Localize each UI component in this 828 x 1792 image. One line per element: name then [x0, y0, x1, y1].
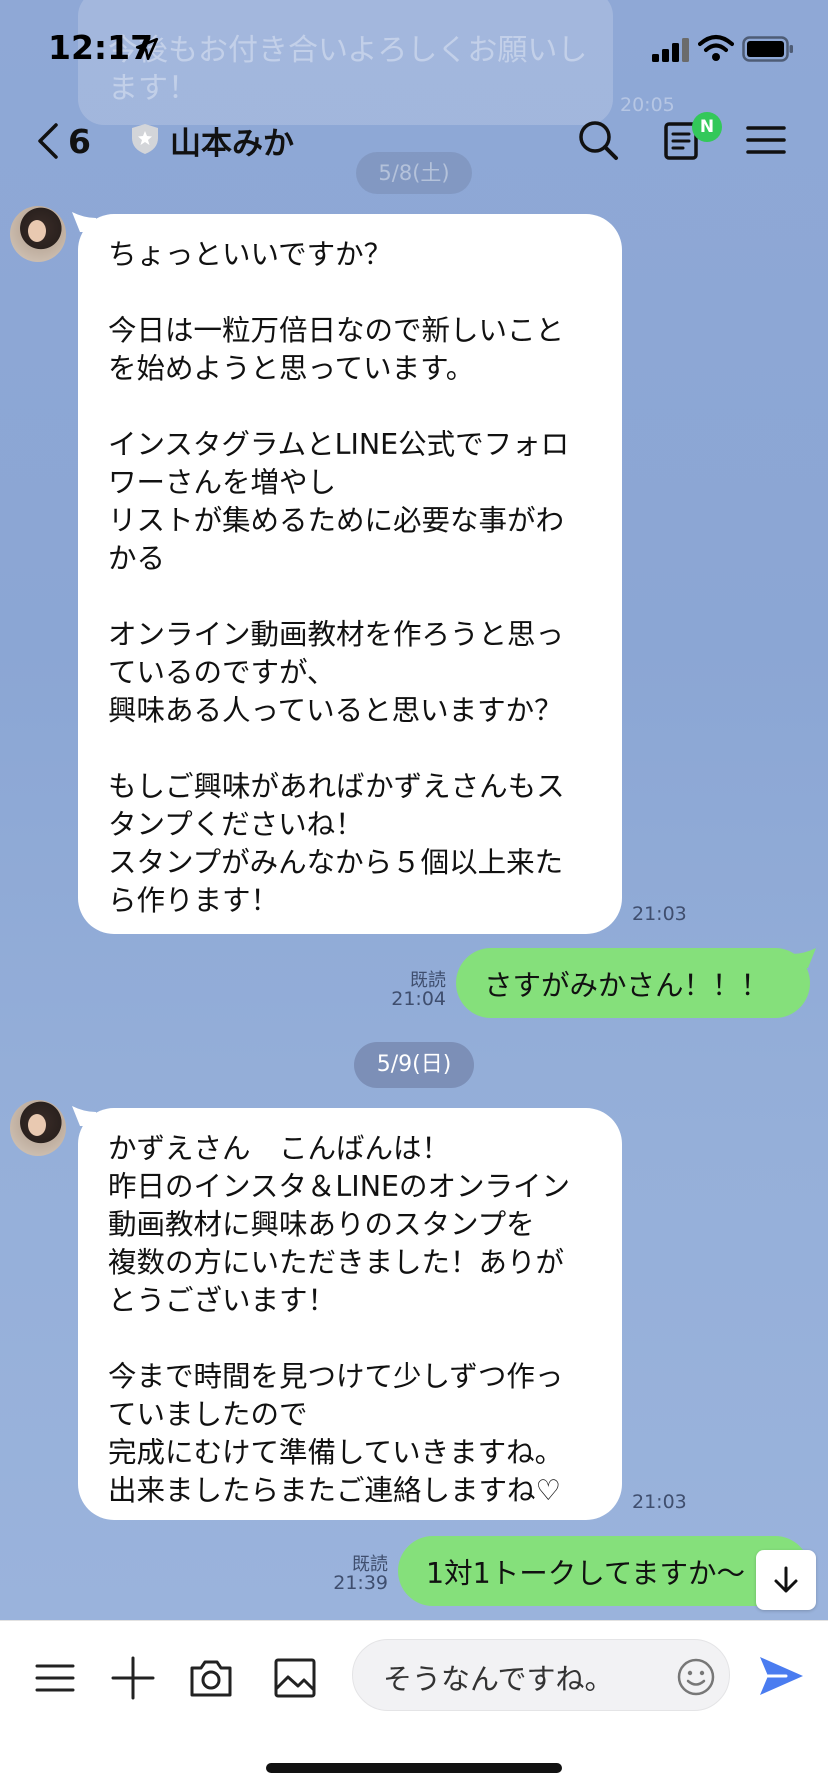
- message-text-line: 興味ある人っていると思いますか？: [108, 694, 563, 727]
- message-text-line: もしご興味があればかずえさんもス: [108, 770, 565, 803]
- message-text-line: 複数の方にいただきました！ありが: [108, 1246, 565, 1279]
- message-text-line: ちょっといいですか？: [108, 238, 393, 271]
- shield-icon: [132, 124, 158, 154]
- message-text-line: とうございます！: [108, 1284, 337, 1317]
- message-text-line: オンライン動画教材を作ろうと思っ: [108, 618, 565, 651]
- received-message-bubble[interactable]: ちょっといいですか？ 今日は一粒万倍日なので新しいこと を始めようと思っています。イ…: [78, 214, 622, 934]
- message-input[interactable]: そうなんですね。: [352, 1639, 730, 1711]
- chat-title[interactable]: 山本みか: [170, 118, 294, 163]
- message-text: さすがみかさん！！！: [484, 968, 770, 1002]
- sent-message-bubble[interactable]: さすがみかさん！！！: [456, 948, 810, 1018]
- home-indicator: [266, 1763, 562, 1773]
- menu-icon[interactable]: [742, 116, 790, 164]
- avatar[interactable]: [10, 206, 66, 262]
- plus-icon[interactable]: [110, 1655, 156, 1701]
- message-text-line: インスタグラムとLINE公式でフォロ: [108, 428, 570, 461]
- received-message-bubble[interactable]: かずえさん こんばんは！ 昨日のインスタ＆LINEのオンライン 動画教材に興味ありの…: [78, 1108, 622, 1520]
- message-text-line: スタンプがみんなから５個以上来た: [108, 846, 564, 879]
- send-icon[interactable]: [756, 1651, 806, 1701]
- message-text-line: 出来ましたらまたご連絡しますね♡: [108, 1474, 562, 1507]
- back-button[interactable]: 6: [34, 118, 91, 164]
- date-separator: 5/9(日): [354, 1042, 474, 1088]
- message-text-line: 動画教材に興味ありのスタンプを: [108, 1208, 535, 1241]
- message-text: 1対1トークしてますか〜: [426, 1556, 745, 1590]
- message-text-line: 完成にむけて準備していきますね。: [108, 1436, 564, 1469]
- message-text-line: を始めようと思っています。: [108, 352, 475, 385]
- wifi-icon: [698, 35, 734, 61]
- message-time: 21:39: [333, 1572, 388, 1594]
- location-arrow-icon: [135, 37, 159, 61]
- message-text-line: リストが集めるために必要な事がわ: [108, 504, 565, 537]
- arrow-down-icon: [774, 1566, 798, 1593]
- message-text-line: かずえさん こんばんは！: [108, 1132, 451, 1165]
- message-input-text: そうなんですね。: [383, 1662, 614, 1696]
- message-time: 21:03: [632, 1491, 687, 1513]
- sent-message-bubble[interactable]: 1対1トークしてますか〜: [398, 1536, 810, 1606]
- battery-icon: [742, 36, 793, 62]
- message-text-line: ら作ります！: [108, 884, 280, 917]
- message-text-line: ワーさんを増やし: [108, 466, 337, 499]
- chevron-left-icon: [38, 123, 58, 159]
- message-text-line: 昨日のインスタ＆LINEのオンライン: [108, 1170, 571, 1203]
- cellular-signal-icon: [652, 38, 689, 62]
- message-text-line: かる: [108, 542, 166, 575]
- emoji-icon[interactable]: [676, 1657, 716, 1697]
- camera-icon[interactable]: [188, 1655, 234, 1701]
- status-bar: 12:17: [0, 0, 828, 100]
- bubble-tail: [792, 948, 816, 968]
- message-text-line: タンプくださいね！: [108, 808, 364, 841]
- unread-count: 6: [68, 121, 91, 161]
- message-text-line: ているのですが、: [108, 656, 336, 689]
- message-time: 21:04: [391, 988, 446, 1010]
- previous-date-separator: 5/8(土): [356, 152, 472, 194]
- avatar[interactable]: [10, 1100, 66, 1156]
- message-text-line: ていましたので: [108, 1398, 308, 1431]
- menu-icon[interactable]: [32, 1655, 78, 1701]
- message-text-line: 今日は一粒万倍日なので新しいこと: [108, 314, 565, 347]
- notes-new-badge: N: [692, 112, 722, 142]
- search-icon[interactable]: [574, 116, 622, 164]
- scroll-to-bottom-button[interactable]: [756, 1550, 816, 1610]
- image-icon[interactable]: [272, 1655, 318, 1701]
- message-text-line: 今まで時間を見つけて少しずつ作っ: [108, 1360, 564, 1393]
- message-time: 21:03: [632, 903, 687, 925]
